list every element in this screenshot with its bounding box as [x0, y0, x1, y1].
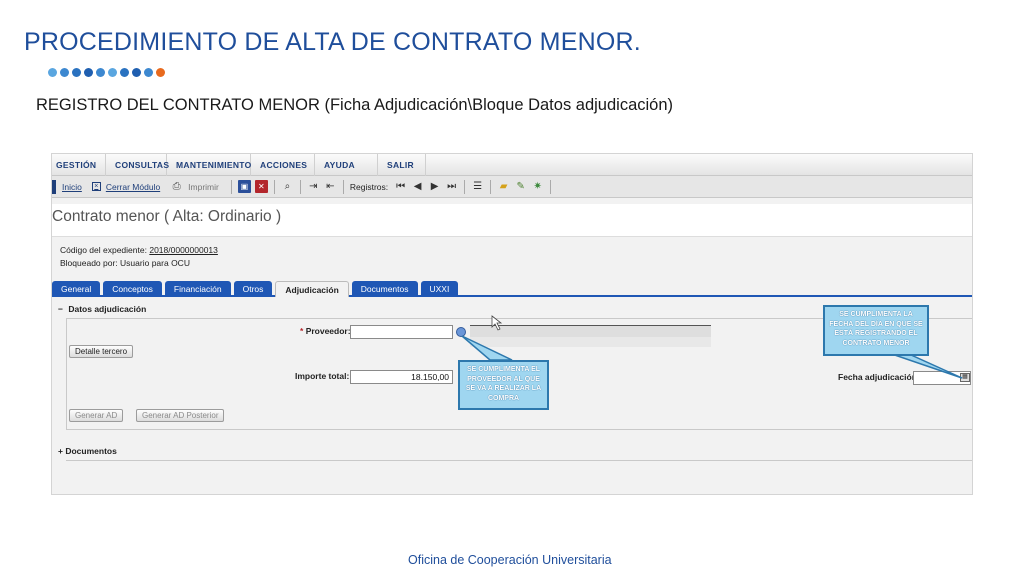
registros-label: Registros:: [349, 181, 389, 192]
generar-ad-posterior-button[interactable]: Generar AD Posterior: [136, 409, 225, 422]
imprimir-label: Imprimir: [188, 181, 219, 192]
toolbar-separator: [230, 179, 232, 194]
toolbar-edge: [52, 179, 56, 194]
expediente-label: Código del expediente:: [60, 245, 147, 255]
footer-organization: Oficina de Cooperación Universitaria: [408, 553, 612, 567]
decorative-dot: [144, 68, 153, 77]
cerrar-modulo-link[interactable]: × Cerrar Módulo: [90, 182, 160, 192]
toolbar: Inicio × Cerrar Módulo ⎙ Imprimir ▣ ✕ ⌕ …: [52, 176, 972, 198]
save-icon[interactable]: ▣: [237, 180, 251, 193]
tab-documentos[interactable]: Documentos: [351, 281, 418, 297]
importe-label: Importe total:: [295, 371, 350, 381]
decorative-dot: [96, 68, 105, 77]
slide-subtitle: REGISTRO DEL CONTRATO MENOR (Ficha Adjud…: [36, 96, 674, 114]
menu-mantenimiento[interactable]: Mantenimiento: [167, 154, 251, 176]
menu-ayuda[interactable]: Ayuda: [315, 154, 378, 176]
folder-icon[interactable]: ▰: [497, 180, 510, 193]
cerrar-modulo-label: Cerrar Módulo: [105, 181, 161, 192]
toolbar-separator: [342, 179, 344, 194]
tab-strip: General Conceptos Financiación Otros Adj…: [52, 281, 972, 297]
tab-conceptos[interactable]: Conceptos: [103, 281, 162, 297]
tab-adjudicacion[interactable]: Adjudicación: [275, 281, 349, 297]
decorative-dot: [48, 68, 57, 77]
proveedor-name-field-2: [470, 337, 711, 347]
magnifier-icon[interactable]: ⌕: [281, 180, 294, 193]
expediente-info: Código del expediente: 2018/0000000013 B…: [52, 236, 972, 274]
proveedor-name-field: [470, 325, 711, 337]
callout-fecha: SE CUMPLIMENTA LA FECHA DEL DÍA EN QUE S…: [823, 305, 929, 356]
first-record-icon[interactable]: ⏮: [394, 180, 407, 193]
lookup-icon[interactable]: [456, 327, 466, 337]
next-record-icon[interactable]: ▶: [428, 180, 441, 193]
imprimir-link[interactable]: ⎙ Imprimir: [168, 180, 219, 193]
close-module-icon: ×: [91, 182, 101, 191]
gear-icon[interactable]: ✷: [531, 180, 544, 193]
documentos-divider: [66, 460, 972, 461]
last-record-icon[interactable]: ⏭: [445, 180, 458, 193]
generar-ad-button[interactable]: Generar AD: [69, 409, 124, 422]
proveedor-label-text: Proveedor:: [305, 326, 351, 336]
decorative-dot: [84, 68, 93, 77]
menu-acciones[interactable]: Acciones: [251, 154, 315, 176]
proveedor-label: * Proveedor:: [300, 326, 351, 336]
importe-input[interactable]: [350, 370, 453, 384]
proveedor-input[interactable]: [350, 325, 453, 339]
menu-consultas[interactable]: Consultas: [106, 154, 169, 176]
menu-bar: Gestión Consultas Mantenimiento Acciones…: [52, 154, 972, 176]
bloqueado-value: Usuario para OCU: [120, 258, 190, 268]
decorative-dot: [156, 68, 165, 77]
documentos-section-header[interactable]: + Documentos: [58, 446, 117, 456]
documentos-section-title: Documentos: [65, 446, 117, 456]
bloqueado-label: Bloqueado por:: [60, 258, 118, 268]
delete-icon[interactable]: ✕: [254, 180, 268, 193]
decorative-dot: [72, 68, 81, 77]
toolbar-separator: [273, 179, 275, 194]
decorative-dot: [120, 68, 129, 77]
previous-record-icon[interactable]: ◀: [411, 180, 424, 193]
toolbar-separator: [464, 179, 466, 194]
calendar-icon[interactable]: ▦: [960, 373, 970, 382]
inicio-link[interactable]: Inicio: [59, 180, 82, 193]
form-title: Contrato menor ( Alta: Ordinario ): [52, 204, 972, 236]
bloqueado-row: Bloqueado por: Usuario para OCU: [60, 257, 964, 270]
expand-icon[interactable]: +: [58, 446, 63, 456]
expediente-value[interactable]: 2018/0000000013: [149, 245, 218, 255]
decorative-dot: [60, 68, 69, 77]
tab-general[interactable]: General: [52, 281, 101, 297]
edit-doc-icon[interactable]: ✎: [514, 180, 527, 193]
tab-otros[interactable]: Otros: [233, 281, 273, 297]
slide-title: PROCEDIMIENTO DE ALTA DE CONTRATO MENOR.: [24, 28, 641, 56]
toolbar-separator: [299, 179, 301, 194]
decorative-dots: [48, 68, 165, 77]
fecha-label: Fecha adjudicación:: [838, 372, 920, 382]
decorative-dot: [132, 68, 141, 77]
collapse-icon[interactable]: −: [58, 304, 63, 314]
printer-icon: ⎙: [172, 181, 181, 192]
toolbar-separator: [490, 179, 492, 194]
inicio-label: Inicio: [62, 181, 82, 192]
toolbar-separator: [550, 179, 552, 194]
detalle-tercero-button[interactable]: Detalle tercero: [69, 345, 134, 358]
menu-gestion[interactable]: Gestión: [52, 154, 106, 176]
export-icon[interactable]: ⇥: [307, 180, 320, 193]
expediente-row: Código del expediente: 2018/0000000013: [60, 244, 964, 257]
callout-proveedor: SE CUMPLIMENTA EL PROVEEDOR AL QUE SE VA…: [458, 360, 549, 410]
tab-uxxi[interactable]: UXXI: [420, 281, 459, 297]
menu-salir[interactable]: Salir: [378, 154, 426, 176]
tab-financiacion[interactable]: Financiación: [164, 281, 231, 297]
datos-adjudicacion-title: Datos adjudicación: [68, 304, 147, 314]
import-icon[interactable]: ⇤: [324, 180, 337, 193]
list-icon[interactable]: ☰: [471, 180, 484, 193]
decorative-dot: [108, 68, 117, 77]
required-mark: *: [300, 326, 304, 336]
